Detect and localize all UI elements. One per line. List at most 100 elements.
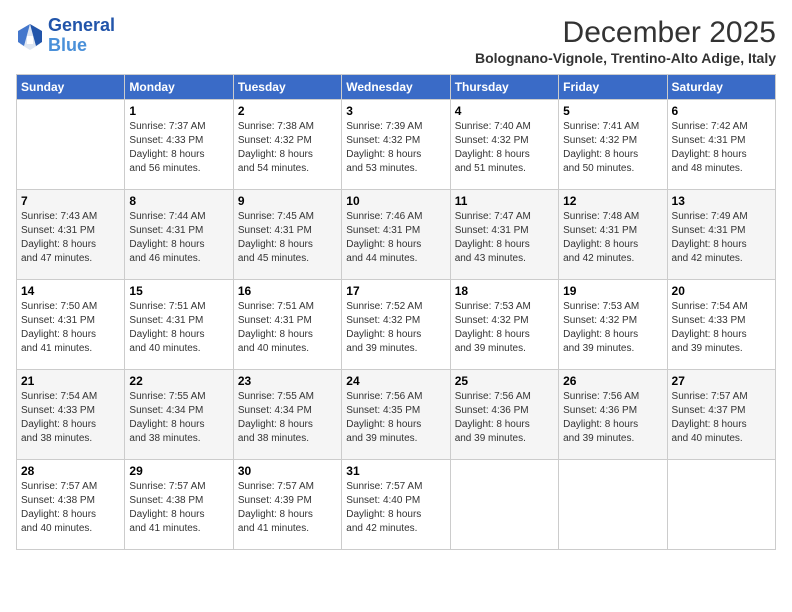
day-number: 2 — [238, 104, 337, 118]
calendar-cell: 12 Sunrise: 7:48 AM Sunset: 4:31 PM Dayli… — [559, 190, 667, 280]
calendar-cell: 5 Sunrise: 7:41 AM Sunset: 4:32 PM Daylig… — [559, 100, 667, 190]
day-number: 17 — [346, 284, 445, 298]
day-number: 12 — [563, 194, 662, 208]
calendar-cell — [450, 460, 558, 550]
logo-icon — [16, 22, 44, 50]
day-number: 6 — [672, 104, 771, 118]
weekday-header-row: SundayMondayTuesdayWednesdayThursdayFrid… — [17, 75, 776, 100]
day-info: Sunrise: 7:53 AM Sunset: 4:32 PM Dayligh… — [455, 300, 554, 356]
day-info: Sunrise: 7:55 AM Sunset: 4:34 PM Dayligh… — [129, 390, 228, 446]
month-title: December 2025 — [475, 16, 776, 50]
day-info: Sunrise: 7:57 AM Sunset: 4:39 PM Dayligh… — [238, 480, 337, 536]
page-header: General Blue December 2025 Bolognano-Vig… — [16, 16, 776, 66]
day-number: 20 — [672, 284, 771, 298]
title-area: December 2025 Bolognano-Vignole, Trentin… — [475, 16, 776, 66]
day-number: 14 — [21, 284, 120, 298]
day-info: Sunrise: 7:54 AM Sunset: 4:33 PM Dayligh… — [672, 300, 771, 356]
day-number: 24 — [346, 374, 445, 388]
calendar-cell: 30 Sunrise: 7:57 AM Sunset: 4:39 PM Dayli… — [233, 460, 341, 550]
day-info: Sunrise: 7:56 AM Sunset: 4:36 PM Dayligh… — [563, 390, 662, 446]
day-number: 27 — [672, 374, 771, 388]
day-info: Sunrise: 7:55 AM Sunset: 4:34 PM Dayligh… — [238, 390, 337, 446]
calendar-cell: 13Sunrise: 7:49 AM Sunset: 4:31 PM Dayli… — [667, 190, 775, 280]
weekday-header-monday: Monday — [125, 75, 233, 100]
calendar-cell: 2 Sunrise: 7:38 AM Sunset: 4:32 PM Daylig… — [233, 100, 341, 190]
day-info: Sunrise: 7:56 AM Sunset: 4:36 PM Dayligh… — [455, 390, 554, 446]
week-row-5: 28Sunrise: 7:57 AM Sunset: 4:38 PM Dayli… — [17, 460, 776, 550]
day-info: Sunrise: 7:53 AM Sunset: 4:32 PM Dayligh… — [563, 300, 662, 356]
day-info: Sunrise: 7:41 AM Sunset: 4:32 PM Dayligh… — [563, 120, 662, 176]
logo-text: General Blue — [48, 16, 115, 56]
week-row-3: 14Sunrise: 7:50 AM Sunset: 4:31 PM Dayli… — [17, 280, 776, 370]
calendar-cell: 14Sunrise: 7:50 AM Sunset: 4:31 PM Dayli… — [17, 280, 125, 370]
weekday-header-thursday: Thursday — [450, 75, 558, 100]
day-number: 21 — [21, 374, 120, 388]
day-info: Sunrise: 7:47 AM Sunset: 4:31 PM Dayligh… — [455, 210, 554, 266]
day-number: 23 — [238, 374, 337, 388]
calendar-cell: 7 Sunrise: 7:43 AM Sunset: 4:31 PM Daylig… — [17, 190, 125, 280]
day-number: 7 — [21, 194, 120, 208]
calendar-cell: 27Sunrise: 7:57 AM Sunset: 4:37 PM Dayli… — [667, 370, 775, 460]
day-info: Sunrise: 7:57 AM Sunset: 4:40 PM Dayligh… — [346, 480, 445, 536]
day-number: 16 — [238, 284, 337, 298]
day-info: Sunrise: 7:43 AM Sunset: 4:31 PM Dayligh… — [21, 210, 120, 266]
day-number: 4 — [455, 104, 554, 118]
day-number: 5 — [563, 104, 662, 118]
calendar-cell: 8 Sunrise: 7:44 AM Sunset: 4:31 PM Daylig… — [125, 190, 233, 280]
day-info: Sunrise: 7:44 AM Sunset: 4:31 PM Dayligh… — [129, 210, 228, 266]
calendar-cell: 25 Sunrise: 7:56 AM Sunset: 4:36 PM Dayli… — [450, 370, 558, 460]
calendar-cell: 15 Sunrise: 7:51 AM Sunset: 4:31 PM Dayli… — [125, 280, 233, 370]
calendar-cell: 21 Sunrise: 7:54 AM Sunset: 4:33 PM Dayli… — [17, 370, 125, 460]
day-info: Sunrise: 7:38 AM Sunset: 4:32 PM Dayligh… — [238, 120, 337, 176]
calendar-cell: 11 Sunrise: 7:47 AM Sunset: 4:31 PM Dayli… — [450, 190, 558, 280]
calendar-cell: 16 Sunrise: 7:51 AM Sunset: 4:31 PM Dayli… — [233, 280, 341, 370]
day-number: 13 — [672, 194, 771, 208]
week-row-2: 7 Sunrise: 7:43 AM Sunset: 4:31 PM Daylig… — [17, 190, 776, 280]
day-number: 31 — [346, 464, 445, 478]
day-info: Sunrise: 7:54 AM Sunset: 4:33 PM Dayligh… — [21, 390, 120, 446]
day-number: 10 — [346, 194, 445, 208]
calendar-cell: 6 Sunrise: 7:42 AM Sunset: 4:31 PM Daylig… — [667, 100, 775, 190]
day-info: Sunrise: 7:46 AM Sunset: 4:31 PM Dayligh… — [346, 210, 445, 266]
calendar-cell: 19 Sunrise: 7:53 AM Sunset: 4:32 PM Dayli… — [559, 280, 667, 370]
day-number: 25 — [455, 374, 554, 388]
weekday-header-friday: Friday — [559, 75, 667, 100]
calendar-cell: 1Sunrise: 7:37 AM Sunset: 4:33 PM Daylig… — [125, 100, 233, 190]
calendar-cell: 26 Sunrise: 7:56 AM Sunset: 4:36 PM Dayli… — [559, 370, 667, 460]
weekday-header-sunday: Sunday — [17, 75, 125, 100]
calendar-cell: 31 Sunrise: 7:57 AM Sunset: 4:40 PM Dayli… — [342, 460, 450, 550]
weekday-header-saturday: Saturday — [667, 75, 775, 100]
calendar-cell: 17Sunrise: 7:52 AM Sunset: 4:32 PM Dayli… — [342, 280, 450, 370]
day-number: 26 — [563, 374, 662, 388]
day-info: Sunrise: 7:48 AM Sunset: 4:31 PM Dayligh… — [563, 210, 662, 266]
calendar-cell — [17, 100, 125, 190]
calendar-cell — [559, 460, 667, 550]
day-info: Sunrise: 7:56 AM Sunset: 4:35 PM Dayligh… — [346, 390, 445, 446]
calendar-cell: 20 Sunrise: 7:54 AM Sunset: 4:33 PM Dayli… — [667, 280, 775, 370]
day-number: 3 — [346, 104, 445, 118]
day-number: 11 — [455, 194, 554, 208]
day-number: 30 — [238, 464, 337, 478]
day-number: 18 — [455, 284, 554, 298]
day-number: 28 — [21, 464, 120, 478]
day-number: 9 — [238, 194, 337, 208]
weekday-header-tuesday: Tuesday — [233, 75, 341, 100]
day-info: Sunrise: 7:42 AM Sunset: 4:31 PM Dayligh… — [672, 120, 771, 176]
location-subtitle: Bolognano-Vignole, Trentino-Alto Adige, … — [475, 50, 776, 66]
logo: General Blue — [16, 16, 115, 56]
calendar-cell: 22Sunrise: 7:55 AM Sunset: 4:34 PM Dayli… — [125, 370, 233, 460]
day-number: 15 — [129, 284, 228, 298]
day-info: Sunrise: 7:40 AM Sunset: 4:32 PM Dayligh… — [455, 120, 554, 176]
day-number: 19 — [563, 284, 662, 298]
calendar-cell: 28Sunrise: 7:57 AM Sunset: 4:38 PM Dayli… — [17, 460, 125, 550]
day-info: Sunrise: 7:51 AM Sunset: 4:31 PM Dayligh… — [129, 300, 228, 356]
day-number: 29 — [129, 464, 228, 478]
weekday-header-wednesday: Wednesday — [342, 75, 450, 100]
calendar-cell: 3Sunrise: 7:39 AM Sunset: 4:32 PM Daylig… — [342, 100, 450, 190]
week-row-4: 21 Sunrise: 7:54 AM Sunset: 4:33 PM Dayli… — [17, 370, 776, 460]
day-info: Sunrise: 7:51 AM Sunset: 4:31 PM Dayligh… — [238, 300, 337, 356]
day-number: 8 — [129, 194, 228, 208]
calendar-cell: 24 Sunrise: 7:56 AM Sunset: 4:35 PM Dayli… — [342, 370, 450, 460]
calendar-cell: 4 Sunrise: 7:40 AM Sunset: 4:32 PM Daylig… — [450, 100, 558, 190]
calendar-cell: 18 Sunrise: 7:53 AM Sunset: 4:32 PM Dayli… — [450, 280, 558, 370]
